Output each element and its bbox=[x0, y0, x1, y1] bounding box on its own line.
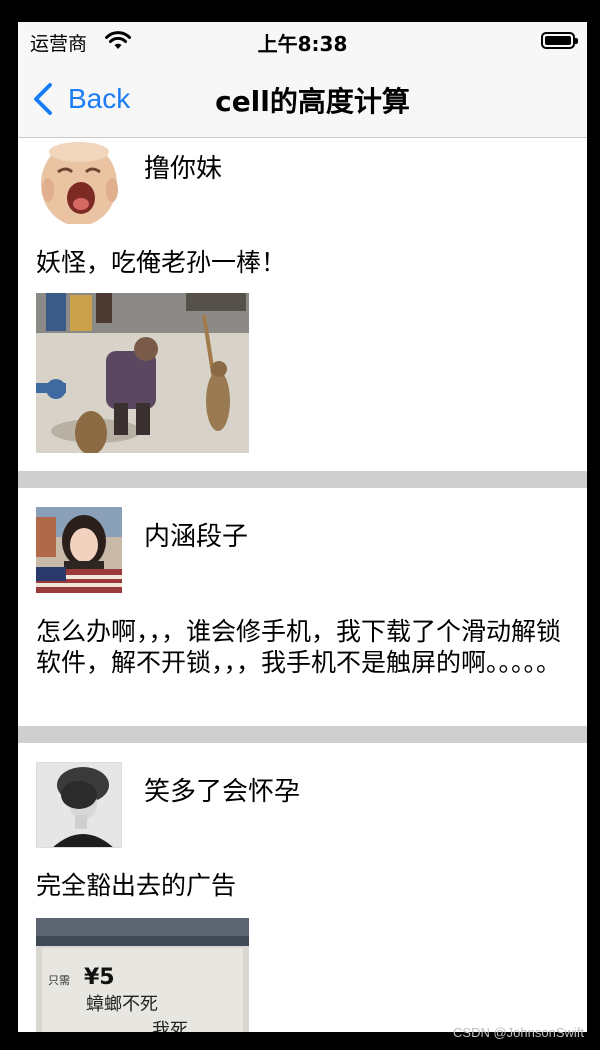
avatar bbox=[36, 762, 122, 848]
post-image: 只需 ¥5 蟑螂不死 我死 bbox=[36, 918, 249, 1032]
nickname: 内涵段子 bbox=[144, 522, 249, 552]
battery-icon bbox=[541, 32, 578, 49]
photo-line-2: 我死 bbox=[152, 1020, 188, 1032]
post-text: 完全豁出去的广告 bbox=[36, 871, 237, 900]
phone-screen: 运营商 上午8:38 Back cell的高度计算 撸你妹 妖怪，吃俺老孙一棒！… bbox=[18, 22, 587, 1032]
post-text: 妖怪，吃俺老孙一棒！ bbox=[36, 248, 287, 277]
table-row[interactable]: 撸你妹 妖怪，吃俺老孙一棒！ bbox=[18, 138, 587, 471]
nickname: 撸你妹 bbox=[144, 154, 223, 184]
status-bar: 运营商 上午8:38 bbox=[18, 22, 587, 62]
avatar bbox=[36, 507, 122, 593]
status-time: 上午8:38 bbox=[257, 32, 348, 56]
photo-price: ¥5 bbox=[84, 965, 115, 990]
post-text: 怎么办啊，，，谁会修手机，我下载了个滑动解锁软件，解不开锁，，，我手机不是触屏的… bbox=[36, 617, 562, 677]
table-row[interactable]: 内涵段子 怎么办啊，，，谁会修手机，我下载了个滑动解锁软件，解不开锁，，，我手机… bbox=[18, 488, 587, 726]
post-image bbox=[36, 293, 249, 453]
row-separator bbox=[18, 726, 587, 743]
photo-line-1: 蟑螂不死 bbox=[86, 994, 158, 1015]
nav-title: cell的高度计算 bbox=[215, 85, 410, 118]
table-row[interactable]: 笑多了会怀孕 完全豁出去的广告 只需 ¥5 蟑螂不死 我死 bbox=[18, 743, 587, 1032]
row-separator bbox=[18, 471, 587, 488]
watermark: CSDN @JohnsonSwift bbox=[453, 1025, 584, 1040]
avatar bbox=[36, 138, 122, 224]
navigation-bar: Back cell的高度计算 bbox=[18, 62, 587, 138]
nickname: 笑多了会怀孕 bbox=[144, 777, 301, 807]
photo-price-prefix: 只需 bbox=[48, 974, 70, 987]
